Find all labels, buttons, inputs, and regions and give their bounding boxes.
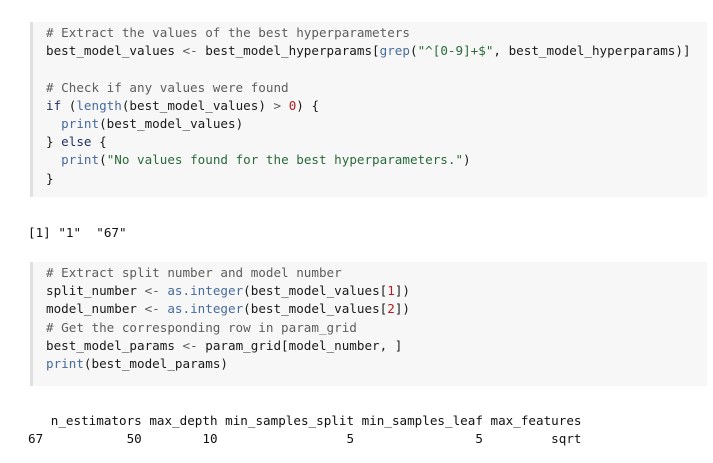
code-line: model_number <- as.integer(best_model_va… <box>46 300 707 318</box>
code-token: length <box>76 97 122 113</box>
code-token: as.integer <box>167 301 244 317</box>
code-token: best_model_params <box>46 337 183 353</box>
code-token: , best_model_hyperparams)] <box>493 43 691 59</box>
code-token: "^[0-9]+$" <box>417 43 494 59</box>
code-token: <- <box>182 43 198 59</box>
cell-1-output: [1] "1" "67" <box>28 225 127 240</box>
code-cell-2[interactable]: # Extract split number and model number … <box>30 262 707 386</box>
code-token: 2 <box>387 301 395 317</box>
code-token: grep <box>379 43 410 59</box>
code-token: as.integer <box>167 283 244 299</box>
code-token: > <box>273 97 282 113</box>
code-line: print("No values found for the best hype… <box>46 151 707 169</box>
code-token: best_model_values <box>46 43 183 59</box>
code-token: print <box>61 152 100 168</box>
code-line: print(best_model_values) <box>46 115 707 133</box>
code-token: <- <box>144 301 160 317</box>
code-token: if <box>46 97 62 113</box>
code-token: { <box>91 134 107 150</box>
code-token: (best_model_values) <box>121 97 274 113</box>
code-token: param_grid[model_number, ] <box>197 337 403 353</box>
code-cell-1[interactable]: # Extract the values of the best hyperpa… <box>30 22 707 197</box>
code-line: print(best_model_params) <box>46 355 707 373</box>
code-token: (best_model_values[ <box>243 283 388 299</box>
code-line: # Extract split number and model number <box>46 265 342 280</box>
code-token: model_number <box>46 301 145 317</box>
dataframe-header: n_estimators max_depth min_samples_split… <box>28 413 582 428</box>
code-line: # Check if any values were found <box>46 79 289 95</box>
dataframe-row: 67 50 10 5 5 sqrt <box>28 431 582 446</box>
code-token: (best_model_values[ <box>243 301 388 317</box>
code-token: ) { <box>296 97 320 113</box>
code-line: } <box>46 170 54 186</box>
code-token: 1 <box>387 283 395 299</box>
code-token: print <box>46 355 84 371</box>
code-token: } <box>46 134 62 150</box>
code-token: <- <box>182 337 198 353</box>
code-token: "No values found for the best hyperparam… <box>106 152 464 168</box>
code-token: ) <box>463 152 471 168</box>
code-line: if (length(best_model_values) > 0) { <box>46 97 707 115</box>
code-token: ( <box>61 97 77 113</box>
code-line: } else { <box>46 133 707 151</box>
code-token: split_number <box>46 283 145 299</box>
code-token: ]) <box>394 283 410 299</box>
code-token: print <box>61 115 100 131</box>
code-line: best_model_values <- best_model_hyperpar… <box>46 42 707 60</box>
code-token: else <box>61 134 92 150</box>
code-token: ]) <box>394 301 410 317</box>
code-token: (best_model_values) <box>99 115 244 131</box>
code-line: best_model_params <- param_grid[model_nu… <box>46 337 707 355</box>
code-line: # Get the corresponding row in param_gri… <box>46 319 357 335</box>
code-token: <- <box>144 283 160 299</box>
code-token: best_model_hyperparams[ <box>197 43 380 59</box>
code-line: # Extract the values of the best hyperpa… <box>46 25 410 40</box>
code-line: split_number <- as.integer(best_model_va… <box>46 282 707 300</box>
code-token: ( <box>409 43 418 59</box>
code-token: (best_model_params) <box>83 355 228 371</box>
code-token: ( <box>99 152 107 168</box>
